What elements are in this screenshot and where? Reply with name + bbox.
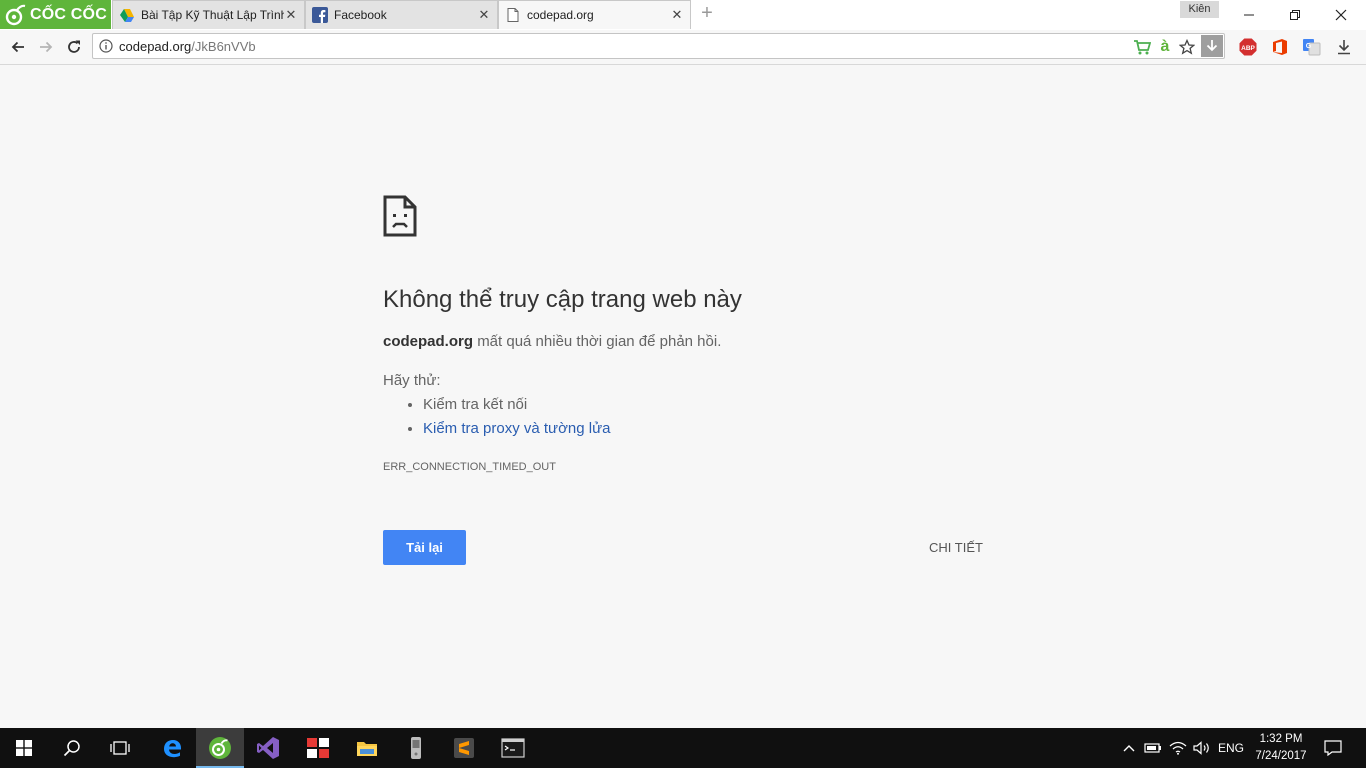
reload-icon (68, 40, 80, 53)
taskbar-clock[interactable]: 1:32 PM 7/24/2017 (1246, 731, 1316, 765)
task-view-button[interactable] (96, 728, 144, 768)
taskbar-command-prompt[interactable] (489, 728, 537, 768)
download-icon[interactable] (1201, 35, 1223, 57)
office-icon[interactable] (1270, 37, 1290, 57)
close-icon (1335, 9, 1347, 20)
reload-page-button[interactable]: Tải lại (383, 530, 466, 565)
tab-title: codepad.org (527, 8, 594, 22)
restore-button[interactable] (1272, 0, 1318, 29)
windows-icon (16, 740, 32, 756)
svg-text:ABP: ABP (1241, 45, 1255, 52)
suggestion-check-proxy: Kiểm tra proxy và tường lửa (423, 418, 611, 442)
suggestions-label: Hãy thử: (383, 372, 441, 389)
speaker-icon (1193, 741, 1209, 755)
network-button[interactable] (1167, 728, 1189, 768)
error-code: ERR_CONNECTION_TIMED_OUT (383, 461, 556, 473)
svg-text:G: G (1306, 43, 1312, 50)
facebook-icon (312, 7, 328, 23)
volume-button[interactable] (1191, 728, 1213, 768)
error-title: Không thể truy cập trang web này (383, 286, 742, 313)
url-host: codepad.org (119, 39, 192, 54)
url-text: codepad.org/JkB6nVVb (119, 39, 256, 54)
google-translate-icon[interactable]: G (1302, 37, 1322, 57)
sad-page-icon (383, 195, 417, 237)
check-proxy-link[interactable]: Kiểm tra proxy và tường lửa (423, 420, 611, 437)
taskbar-file-explorer[interactable] (343, 728, 391, 768)
action-center-button[interactable] (1318, 728, 1348, 768)
error-host: codepad.org (383, 333, 474, 350)
back-arrow-icon (11, 41, 24, 53)
suggestions-list: Kiểm tra kết nối Kiểm tra proxy và tường… (383, 394, 611, 442)
info-icon[interactable] (99, 39, 113, 53)
close-window-button[interactable] (1318, 0, 1364, 29)
close-icon[interactable]: ✕ (284, 7, 298, 23)
visual-studio-icon (257, 737, 279, 759)
page-icon (507, 8, 519, 22)
clock-date: 7/24/2017 (1255, 750, 1307, 762)
start-button[interactable] (0, 728, 48, 768)
taskbar-sublime-text[interactable] (440, 728, 488, 768)
minimize-button[interactable] (1226, 0, 1272, 29)
search-icon (63, 740, 80, 757)
coccoc-logo-icon (5, 4, 26, 25)
tab-title: Facebook (334, 8, 387, 22)
input-language-button[interactable]: ENG (1215, 728, 1247, 768)
chevron-up-icon (1123, 745, 1135, 752)
forward-button[interactable] (35, 36, 57, 58)
battery-button[interactable] (1142, 728, 1164, 768)
wifi-icon (1169, 741, 1187, 755)
taskbar-visual-studio[interactable] (244, 728, 292, 768)
suggestion-check-connection: Kiểm tra kết nối (423, 394, 611, 418)
taskbar-coccoc[interactable] (196, 728, 244, 768)
bookmark-star-icon[interactable] (1177, 37, 1197, 57)
forward-arrow-icon (40, 41, 53, 53)
minimize-icon (1244, 14, 1254, 15)
error-description: codepad.org mất quá nhiều thời gian để p… (383, 333, 721, 350)
shopping-cart-icon[interactable] (1132, 37, 1152, 57)
browser-logo[interactable]: CỐC CỐC (0, 0, 111, 29)
tab-title: Bài Tập Kỹ Thuật Lập Trình (141, 8, 284, 22)
app-grid-icon (307, 738, 329, 758)
clock-time: 1:32 PM (1259, 733, 1303, 745)
search-button[interactable] (48, 728, 96, 768)
browser-toolbar: codepad.org/JkB6nVVb à ABP G (0, 30, 1366, 65)
show-hidden-icons-button[interactable] (1119, 728, 1139, 768)
google-drive-icon (120, 9, 134, 22)
folder-icon (357, 742, 377, 756)
taskbar-edge[interactable] (148, 728, 196, 768)
phone-icon (411, 737, 421, 759)
back-button[interactable] (7, 36, 29, 58)
battery-icon (1144, 743, 1161, 753)
reload-button[interactable] (63, 36, 85, 58)
close-icon[interactable]: ✕ (670, 7, 684, 23)
task-view-icon (110, 741, 130, 755)
details-button[interactable]: CHI TIẾT (918, 530, 994, 565)
downloads-icon[interactable] (1334, 37, 1354, 57)
profile-button[interactable]: Kiên (1180, 1, 1219, 18)
tab-facebook[interactable]: Facebook ✕ (305, 0, 498, 29)
taskbar: ENG 1:32 PM 7/24/2017 (0, 728, 1366, 768)
browser-name: CỐC CỐC (30, 5, 107, 23)
adblock-plus-icon[interactable]: ABP (1238, 37, 1258, 57)
close-icon[interactable]: ✕ (477, 7, 491, 23)
coccoc-icon (209, 737, 231, 759)
new-tab-button[interactable]: + (698, 3, 716, 24)
restore-icon (1290, 9, 1300, 20)
sublime-text-icon (454, 738, 474, 758)
terminal-icon (501, 738, 525, 758)
tab-strip: CỐC CỐC Bài Tập Kỹ Thuật Lập Trình ✕ Fac… (0, 0, 1366, 30)
url-path: /JkB6nVVb (191, 39, 256, 54)
page-content: Không thể truy cập trang web này codepad… (0, 65, 1366, 728)
taskbar-phone-app[interactable] (392, 728, 440, 768)
edge-icon (164, 740, 181, 758)
tab-codepad[interactable]: codepad.org ✕ (498, 0, 691, 29)
taskbar-app-grid[interactable] (294, 728, 342, 768)
vietnamese-typing-icon[interactable]: à (1155, 37, 1175, 57)
tab-drive[interactable]: Bài Tập Kỹ Thuật Lập Trình ✕ (112, 0, 305, 29)
notification-icon (1324, 740, 1342, 756)
error-message: mất quá nhiều thời gian để phản hồi. (477, 333, 722, 350)
address-bar[interactable]: codepad.org/JkB6nVVb à (92, 33, 1225, 59)
